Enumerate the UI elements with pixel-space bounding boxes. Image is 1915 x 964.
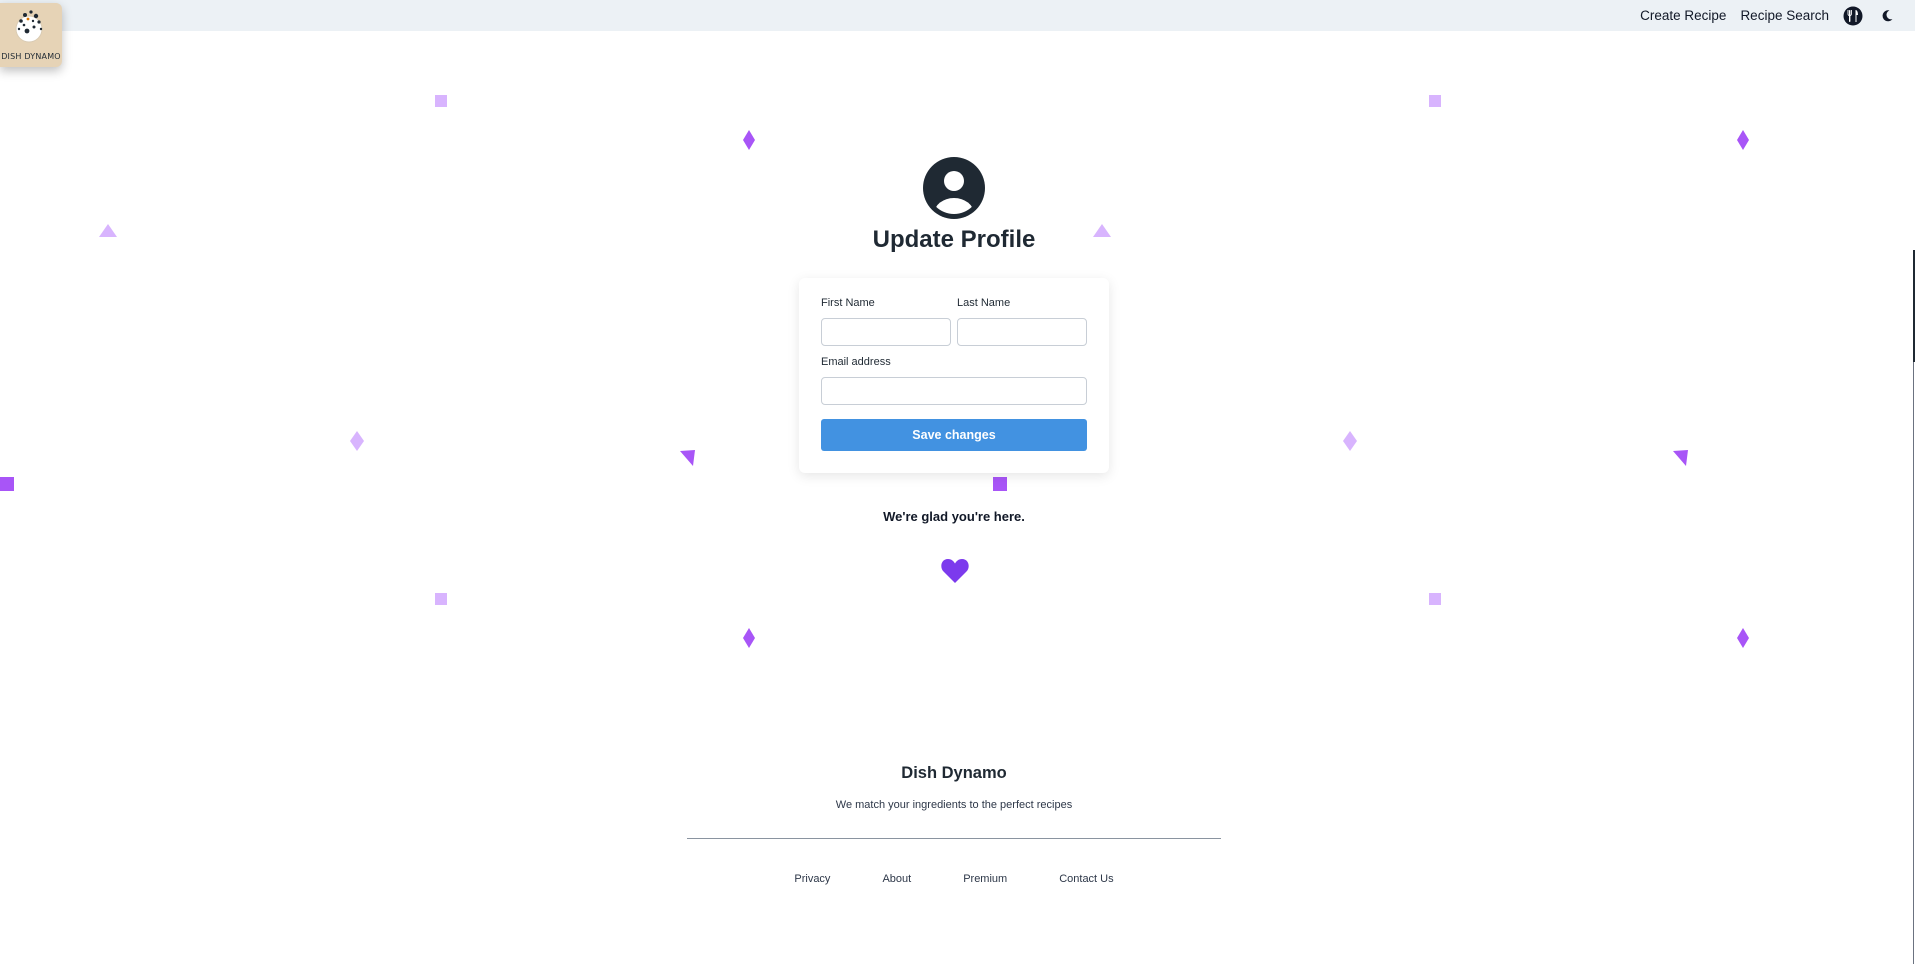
first-name-label: First Name xyxy=(821,297,875,309)
moon-icon[interactable] xyxy=(1877,6,1897,26)
footer-title: Dish Dynamo xyxy=(901,764,1007,782)
confetti-square xyxy=(435,95,447,107)
page-title: Update Profile xyxy=(872,226,1036,253)
confetti-diamond xyxy=(1343,431,1357,451)
confetti-diamond xyxy=(1737,628,1749,648)
save-changes-button[interactable]: Save changes xyxy=(821,419,1087,451)
last-name-label: Last Name xyxy=(957,297,1011,309)
first-name-input[interactable] xyxy=(821,318,951,346)
confetti-diamond xyxy=(350,431,364,451)
scrollbar-track[interactable] xyxy=(1913,362,1914,964)
last-name-input[interactable] xyxy=(957,318,1087,346)
utensils-icon[interactable] xyxy=(1843,6,1863,26)
footer-link-privacy[interactable]: Privacy xyxy=(794,873,830,885)
footer-link-premium[interactable]: Premium xyxy=(963,873,1007,885)
nav-create-recipe[interactable]: Create Recipe xyxy=(1640,8,1726,23)
logo-icon xyxy=(15,10,43,43)
dish-dynamo-logo[interactable]: DISH DYNAMO xyxy=(0,3,62,67)
welcome-message: We're glad you're here. xyxy=(883,509,1025,524)
footer-links: Privacy About Premium Contact Us xyxy=(0,873,1908,885)
confetti-diamond xyxy=(743,130,755,150)
confetti-square xyxy=(435,593,447,605)
confetti-square xyxy=(1429,593,1441,605)
confetti-decoration xyxy=(0,95,1749,648)
confetti-triangle xyxy=(680,450,695,466)
footer-divider xyxy=(687,838,1221,839)
nav-links: Create Recipe Recipe Search xyxy=(1640,0,1897,31)
footer-link-contact[interactable]: Contact Us xyxy=(1059,873,1113,885)
confetti-triangle xyxy=(1673,450,1688,466)
confetti-diamond xyxy=(743,628,755,648)
logo-text: DISH DYNAMO xyxy=(1,52,61,61)
confetti-square xyxy=(0,477,14,491)
heart-icon xyxy=(941,559,969,583)
email-input[interactable] xyxy=(821,377,1087,405)
footer-link-about[interactable]: About xyxy=(882,873,911,885)
confetti-square xyxy=(1429,95,1441,107)
confetti-square xyxy=(993,477,1007,491)
user-circle-icon xyxy=(923,157,985,219)
nav-recipe-search[interactable]: Recipe Search xyxy=(1740,8,1829,23)
email-label: Email address xyxy=(821,356,891,368)
top-navbar: Create Recipe Recipe Search xyxy=(0,0,1915,31)
footer-tagline: We match your ingredients to the perfect… xyxy=(835,799,1073,811)
profile-form-card: First Name Last Name Email address Save … xyxy=(799,278,1109,473)
confetti-diamond xyxy=(1737,130,1749,150)
